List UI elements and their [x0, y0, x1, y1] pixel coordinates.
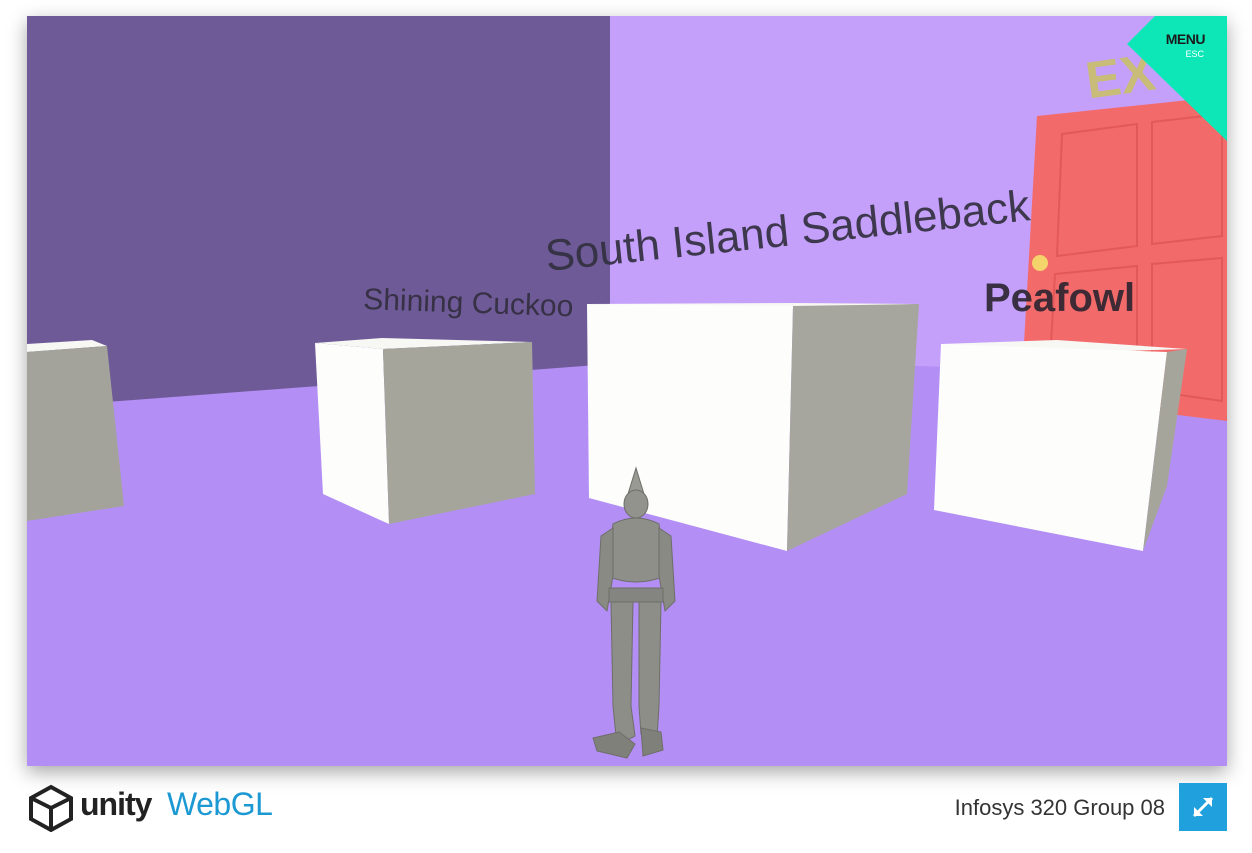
- menu-button[interactable]: MENU ESC: [1127, 16, 1227, 141]
- unity-wordmark: unity: [80, 786, 152, 822]
- game-canvas[interactable]: EX South Island Saddleback Shining Cucko…: [27, 16, 1227, 766]
- door-knob: [1032, 255, 1048, 271]
- fullscreen-icon: [1192, 796, 1214, 818]
- game-scene[interactable]: EX South Island Saddleback Shining Cucko…: [27, 16, 1227, 766]
- unity-webgl-logo: unity WebGL: [27, 782, 287, 832]
- project-title: Infosys 320 Group 08: [954, 795, 1165, 820]
- footer: unity WebGL Infosys 320 Group 08: [27, 780, 1227, 835]
- unity-logo-icon: [29, 784, 73, 832]
- display-cube-shining-cuckoo[interactable]: [315, 338, 535, 524]
- fullscreen-button[interactable]: [1179, 783, 1227, 831]
- label-peafowl: Peafowl: [984, 276, 1135, 320]
- menu-label: MENU: [1165, 31, 1206, 47]
- webgl-wordmark: WebGL: [167, 786, 273, 822]
- menu-shortcut-hint: ESC: [1185, 49, 1204, 59]
